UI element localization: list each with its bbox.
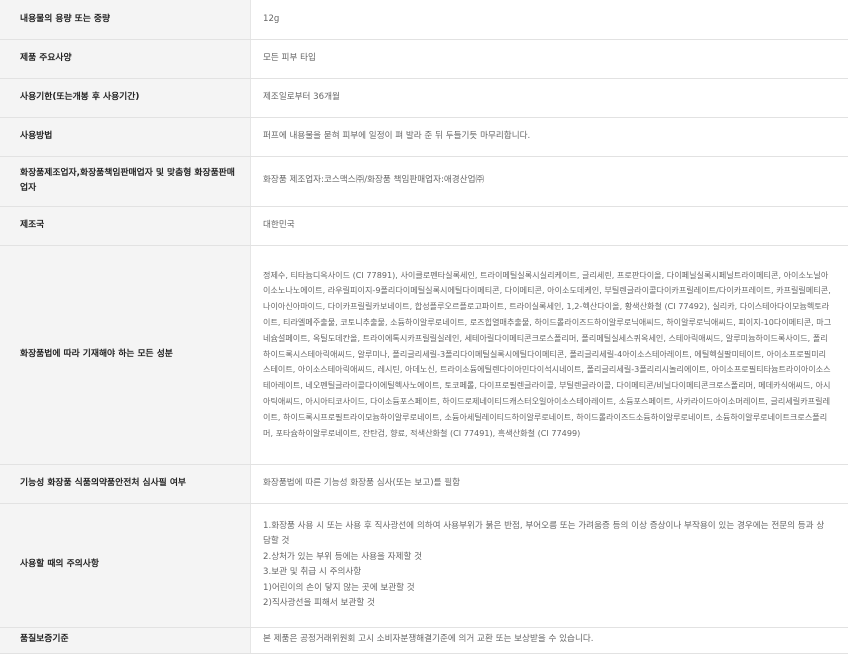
- row-label: 사용할 때의 주의사항: [0, 503, 251, 627]
- row-value: 퍼프에 내용물을 묻혀 피부에 일정이 펴 발라 준 뒤 두들기듯 마무리합니다…: [251, 117, 848, 156]
- row-value: 제조일로부터 36개월: [251, 78, 848, 117]
- info-row-spec: 제품 주요사양 모든 피부 타입: [0, 39, 848, 78]
- row-value: 12g: [251, 0, 848, 39]
- row-value: 모든 피부 타입: [251, 39, 848, 78]
- row-label: 사용기한(또는개봉 후 사용기간): [0, 78, 251, 117]
- product-info-table: 내용물의 용량 또는 중량 12g 제품 주요사양 모든 피부 타입 사용기한(…: [0, 0, 848, 654]
- precaution-line: 1.화장품 사용 시 또는 사용 후 직사광선에 의하여 사용부위가 붉은 반점…: [263, 519, 832, 550]
- row-label: 제품 주요사양: [0, 39, 251, 78]
- info-row-manufacturer: 화장품제조업자,화장품책임판매업자 및 맞춤형 화장품판매업자 화장품 제조업자…: [0, 156, 848, 206]
- row-label: 화장품제조업자,화장품책임판매업자 및 맞춤형 화장품판매업자: [0, 156, 251, 206]
- row-label: 품질보증기준: [0, 627, 251, 653]
- row-value: 화장품법에 따른 기능성 화장품 심사(또는 보고)를 필함: [251, 464, 848, 503]
- row-label: 내용물의 용량 또는 중량: [0, 0, 251, 39]
- row-label: 사용방법: [0, 117, 251, 156]
- info-row-precautions: 사용할 때의 주의사항 1.화장품 사용 시 또는 사용 후 직사광선에 의하여…: [0, 503, 848, 627]
- precaution-line: 2)직사광선을 피해서 보관할 것: [263, 596, 832, 612]
- row-label: 제조국: [0, 206, 251, 245]
- row-value: 대한민국: [251, 206, 848, 245]
- precautions-value: 1.화장품 사용 시 또는 사용 후 직사광선에 의하여 사용부위가 붉은 반점…: [251, 503, 848, 627]
- info-row-functional: 기능성 화장품 식품의약품안전처 심사필 여부 화장품법에 따른 기능성 화장품…: [0, 464, 848, 503]
- ingredients-value: 정제수, 티타늄디옥사이드 (CI 77891), 사이클로펜타실록세인, 트라…: [251, 245, 848, 464]
- info-row-usage: 사용방법 퍼프에 내용물을 묻혀 피부에 일정이 펴 발라 준 뒤 두들기듯 마…: [0, 117, 848, 156]
- row-value: 화장품 제조업자:코스맥스㈜/화장품 책임판매업자:애경산업㈜: [251, 156, 848, 206]
- info-row-ingredients: 화장품법에 따라 기재해야 하는 모든 성분 정제수, 티타늄디옥사이드 (CI…: [0, 245, 848, 464]
- row-label: 기능성 화장품 식품의약품안전처 심사필 여부: [0, 464, 251, 503]
- info-row-country: 제조국 대한민국: [0, 206, 848, 245]
- row-label: 화장품법에 따라 기재해야 하는 모든 성분: [0, 245, 251, 464]
- row-value: 본 제품은 공정거래위원회 고시 소비자분쟁해결기준에 의거 교환 또는 보상받…: [251, 627, 848, 653]
- precaution-line: 1)어린이의 손이 닿지 않는 곳에 보관할 것: [263, 581, 832, 597]
- info-row-expiry: 사용기한(또는개봉 후 사용기간) 제조일로부터 36개월: [0, 78, 848, 117]
- precaution-line: 3.보관 및 취급 시 주의사항: [263, 565, 832, 581]
- info-row-quality: 품질보증기준 본 제품은 공정거래위원회 고시 소비자분쟁해결기준에 의거 교환…: [0, 627, 848, 653]
- info-row-volume: 내용물의 용량 또는 중량 12g: [0, 0, 848, 39]
- precaution-line: 2.상처가 있는 부위 등에는 사용을 자제할 것: [263, 550, 832, 566]
